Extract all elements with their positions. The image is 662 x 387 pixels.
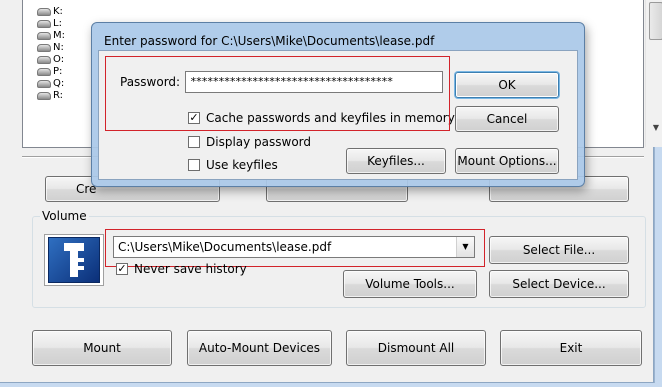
- drive-list-item[interactable]: M:: [37, 30, 65, 42]
- use-keyfiles-check[interactable]: [188, 159, 200, 171]
- drive-letter: P:: [53, 66, 63, 77]
- dismount-all-label: Dismount All: [377, 341, 455, 355]
- dialog-title: Enter password for C:\Users\Mike\Documen…: [104, 34, 435, 48]
- drive-icon: [37, 20, 51, 28]
- drive-letter: N:: [53, 42, 64, 53]
- volume-group-label: Volume: [40, 209, 89, 223]
- display-password-check[interactable]: [188, 136, 200, 148]
- keyfiles-button[interactable]: Keyfiles...: [346, 148, 446, 174]
- drive-letter: Q:: [53, 78, 65, 89]
- cancel-button[interactable]: Cancel: [455, 106, 559, 132]
- drive-list-item[interactable]: P:: [37, 66, 62, 78]
- drive-letter: K:: [53, 6, 63, 17]
- never-save-history-check[interactable]: ✓: [116, 263, 128, 275]
- mount-options-label: Mount Options...: [457, 154, 557, 168]
- mount-label: Mount: [83, 341, 121, 355]
- drive-list-item[interactable]: N:: [37, 42, 64, 54]
- use-keyfiles-label: Use keyfiles: [206, 158, 278, 172]
- ok-label: OK: [498, 78, 516, 92]
- scroll-down-arrow-icon[interactable]: ▼: [651, 123, 661, 133]
- drive-letter: M:: [53, 30, 65, 41]
- never-save-history-checkbox[interactable]: ✓ Never save history: [116, 262, 247, 276]
- select-file-label: Select File...: [522, 243, 596, 257]
- drive-icon: [37, 8, 51, 16]
- display-password-label: Display password: [206, 135, 312, 149]
- use-keyfiles-checkbox[interactable]: Use keyfiles: [188, 158, 278, 172]
- drive-icon: [37, 80, 51, 88]
- drive-list-item[interactable]: O:: [37, 54, 64, 66]
- window-frame-bottom: [0, 383, 662, 387]
- drive-icon: [37, 56, 51, 64]
- ok-button[interactable]: OK: [455, 72, 559, 98]
- truecrypt-key-logo-icon: [44, 234, 104, 286]
- drive-list-scrollbar[interactable]: ▼: [645, 0, 662, 147]
- drive-letter: O:: [53, 54, 65, 65]
- select-file-button[interactable]: Select File...: [489, 236, 629, 264]
- never-save-history-label: Never save history: [134, 262, 247, 276]
- select-device-button[interactable]: Select Device...: [489, 270, 629, 298]
- cancel-label: Cancel: [486, 112, 528, 126]
- dismount-all-button[interactable]: Dismount All: [346, 330, 486, 366]
- drive-icon: [37, 32, 51, 40]
- mount-button[interactable]: Mount: [32, 330, 172, 366]
- drive-letter: R:: [53, 90, 64, 101]
- display-password-checkbox[interactable]: Display password: [188, 135, 311, 149]
- drive-list-item[interactable]: L:: [37, 18, 62, 30]
- drive-icon: [37, 92, 51, 100]
- drive-list-item[interactable]: R:: [37, 90, 63, 102]
- auto-mount-devices-label: Auto-Mount Devices: [198, 341, 321, 355]
- drive-list-item[interactable]: Q:: [37, 78, 64, 90]
- keyfiles-label: Keyfiles...: [367, 154, 425, 168]
- volume-tools-label: Volume Tools...: [365, 277, 455, 291]
- drive-icon: [37, 68, 51, 76]
- drive-list-item[interactable]: K:: [37, 6, 63, 18]
- drive-icon: [37, 44, 51, 52]
- select-device-label: Select Device...: [512, 277, 606, 291]
- highlight-box-password: [105, 56, 450, 131]
- exit-label: Exit: [559, 341, 583, 355]
- scrollbar-thumb[interactable]: [649, 2, 662, 40]
- volume-tools-button[interactable]: Volume Tools...: [343, 270, 477, 298]
- auto-mount-devices-button[interactable]: Auto-Mount Devices: [187, 330, 332, 366]
- drive-letter: L:: [53, 18, 62, 29]
- exit-button[interactable]: Exit: [500, 330, 642, 366]
- mount-options-button[interactable]: Mount Options...: [455, 148, 559, 174]
